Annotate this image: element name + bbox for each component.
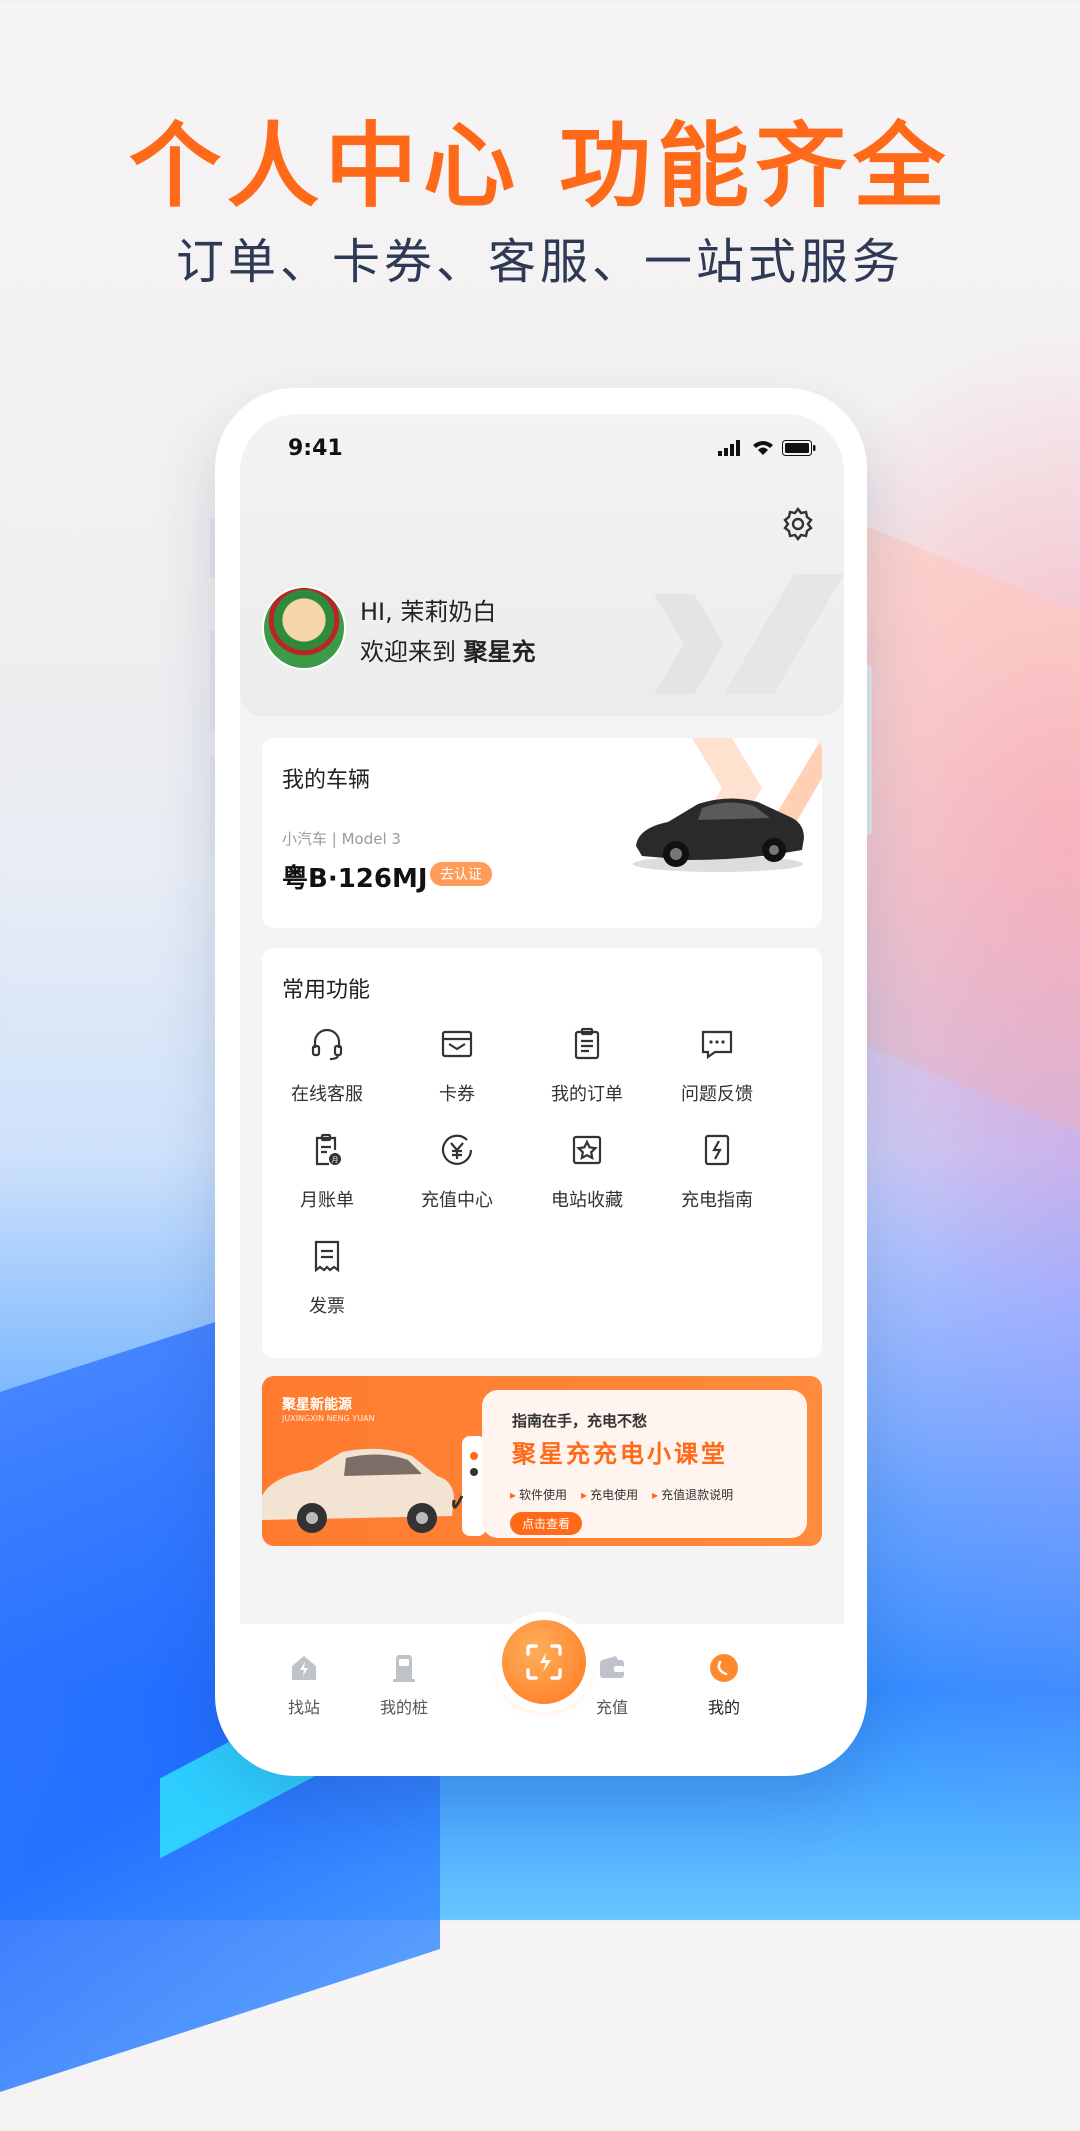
func-my-orders[interactable]: 我的订单 [522,1024,652,1106]
tab-my-pile[interactable]: 我的桩 [364,1652,444,1718]
settings-gear-icon[interactable] [780,506,816,542]
tab-label: 我的 [707,1698,740,1717]
yuan-coin-icon [441,1134,473,1165]
func-recharge-center[interactable]: 充值中心 [392,1130,522,1212]
func-coupon[interactable]: 卡券 [392,1024,522,1106]
banner-tag: 软件使用 [510,1486,567,1503]
welcome-prefix: 欢迎来到 [360,638,456,666]
func-label: 月账单 [300,1190,354,1211]
func-feedback[interactable]: 问题反馈 [652,1024,782,1106]
banner-tags: 软件使用 充电使用 充值退款说明 [510,1486,733,1503]
func-charging-guide[interactable]: 充电指南 [652,1130,782,1212]
vehicle-subtitle: 小汽车 | Model 3 [282,830,401,848]
func-label: 在线客服 [291,1084,363,1105]
charging-class-banner[interactable]: 聚星新能源 JUXINGXIN NENG YUAN 指南在手，充电不愁 聚星充充… [262,1376,822,1546]
tab-label: 我的桩 [379,1698,428,1717]
banner-brand-name: 聚星新能源 [282,1397,352,1413]
banner-brand: 聚星新能源 JUXINGXIN NENG YUAN [282,1394,375,1423]
functions-title: 常用功能 [282,978,371,1003]
promo-headline: 个人中心 功能齐全 [128,113,952,220]
car-image [633,798,804,872]
banner-view-button[interactable]: 点击查看 [510,1512,583,1535]
signal-icon [718,440,740,456]
verify-button[interactable]: 去认证 [430,862,492,886]
welcome-text: 欢迎来到 聚星充 [360,632,536,667]
func-label: 问题反馈 [681,1084,753,1105]
func-label: 电站收藏 [551,1190,623,1211]
status-bar: 9:41 [240,414,844,484]
status-time: 9:41 [288,436,343,461]
func-label: 发票 [309,1296,345,1317]
user-greeting: HI, 茉莉奶白 [360,598,497,626]
phone-screen: 9:41 HI, 茉莉奶白 欢迎来到 聚星充 我的车辆 小汽车 | Model … [240,414,844,1750]
profile-icon [710,1654,738,1682]
func-label: 充值中心 [421,1190,493,1211]
tab-recharge[interactable]: 充值 [572,1652,652,1718]
banner-tagline: 指南在手，充电不愁 [512,1412,648,1430]
func-invoice[interactable]: 发票 [262,1236,392,1318]
common-functions-card: 常用功能 在线客服 卡券 我的订单 问题反馈 月 月账单 充值中心 电站收藏 充… [262,948,822,1358]
tab-label: 找站 [287,1698,320,1717]
promo-subline: 订单、卡券、客服、一站式服务 [175,234,904,290]
bottom-tab-bar: 找站 我的桩 充值 我的 [240,1620,844,1750]
func-station-favorites[interactable]: 电站收藏 [522,1130,652,1212]
func-label: 我的订单 [551,1084,623,1105]
vehicle-title: 我的车辆 [282,768,371,793]
avatar[interactable] [262,586,346,670]
func-monthly-bill[interactable]: 月 月账单 [262,1130,392,1212]
banner-brand-en: JUXINGXIN NENG YUAN [282,1414,375,1423]
lightning-book-icon [704,1134,730,1166]
my-vehicle-card[interactable]: 我的车辆 小汽车 | Model 3 粤B·126MJ 去认证 [262,738,822,928]
station-home-icon [292,1656,316,1680]
svg-text:月: 月 [332,1156,339,1164]
tab-label: 充值 [595,1698,628,1717]
status-icons [718,440,816,456]
brand-watermark-icon [654,574,844,694]
coupon-icon [441,1030,473,1058]
profile-header: 9:41 HI, 茉莉奶白 欢迎来到 聚星充 [240,414,844,716]
wifi-icon [753,441,773,455]
wallet-icon [600,1656,624,1678]
tab-mine[interactable]: 我的 [684,1652,764,1718]
brand-name: 聚星充 [463,638,536,666]
headset-icon [311,1028,343,1061]
banner-tag: 充电使用 [581,1486,638,1503]
banner-tag: 充值退款说明 [652,1486,733,1503]
star-box-icon [572,1135,602,1165]
func-online-service[interactable]: 在线客服 [262,1024,392,1106]
func-label: 卡券 [439,1084,475,1105]
func-label: 充电指南 [681,1190,753,1211]
charger-pile-icon [393,1655,415,1682]
tab-find-station[interactable]: 找站 [264,1652,344,1718]
clipboard-icon [574,1027,600,1060]
car-charging-illustration [262,1436,486,1536]
banner-content: 指南在手，充电不愁 聚星充充电小课堂 软件使用 充电使用 充值退款说明 点击查看 [482,1390,807,1538]
battery-icon [782,440,816,456]
receipt-icon [314,1240,340,1273]
banner-title: 聚星充充电小课堂 [512,1440,728,1468]
license-plate: 粤B·126MJ [282,864,428,894]
chat-bubble-icon [701,1030,733,1060]
monthly-bill-icon: 月 [315,1133,341,1166]
